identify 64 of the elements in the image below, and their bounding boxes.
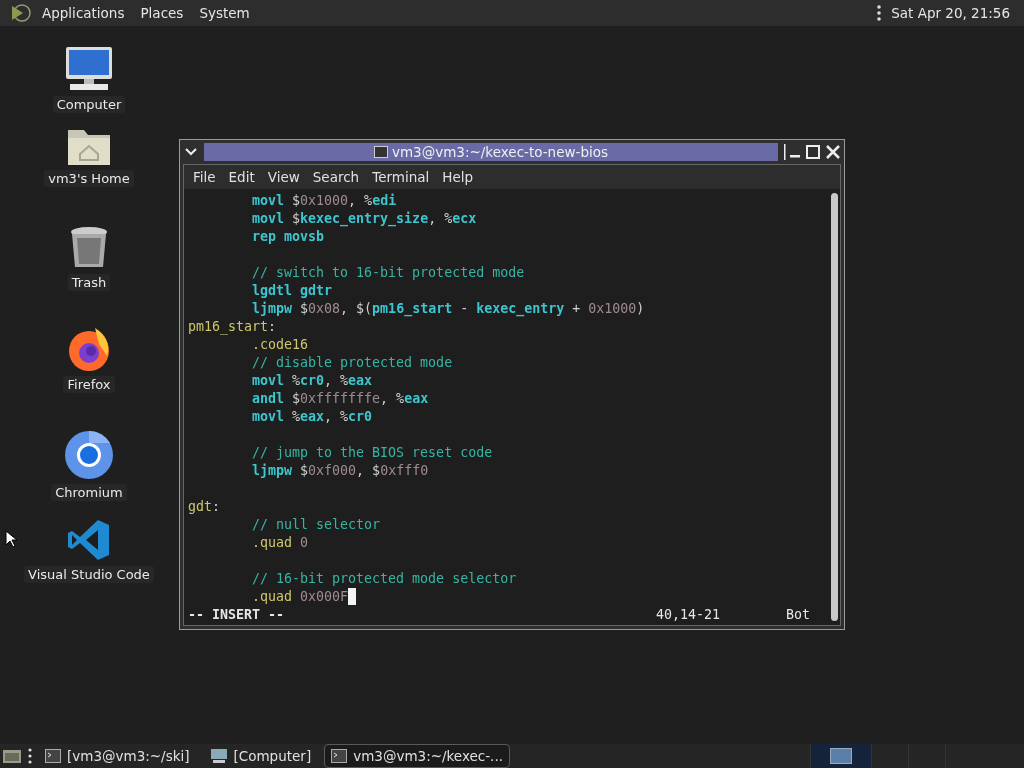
scroll-position: Bot	[786, 606, 812, 624]
code-line: // jump to the BIOS reset code	[252, 445, 493, 460]
code-line: movl %cr0, %eax	[252, 373, 373, 388]
clock[interactable]: Sat Apr 20, 21:56	[885, 5, 1016, 21]
close-icon[interactable]	[826, 145, 840, 159]
code-line: movl %eax, %cr0	[252, 409, 373, 424]
task-label: [vm3@vm3:~/ski]	[67, 748, 190, 764]
code-line: .quad 0x000F	[252, 589, 349, 604]
terminal-icon	[374, 146, 388, 158]
code-line: // switch to 16-bit protected mode	[252, 265, 525, 280]
desktop-icon-label[interactable]: Chromium	[51, 484, 127, 501]
menu-item[interactable]: Search	[307, 169, 368, 185]
vim-mode: -- INSERT --	[188, 606, 286, 624]
desktop-icon-label[interactable]: vm3's Home	[44, 170, 134, 187]
code-line: movl $0x1000, %edi	[252, 193, 397, 208]
mouse-pointer-icon	[5, 530, 17, 548]
code-line: .code16	[252, 337, 309, 352]
terminal-icon	[45, 749, 61, 763]
panel-menu[interactable]: Applications	[36, 5, 131, 21]
menu-item[interactable]: Help	[437, 169, 482, 185]
task-label: vm3@vm3:~/kexec-...	[353, 748, 503, 764]
code-line: // null selector	[252, 517, 381, 532]
code-line: rep movsb	[252, 229, 325, 244]
computer-icon	[209, 748, 228, 764]
terminal-icon	[331, 749, 348, 763]
task-label: [Computer]	[233, 748, 312, 764]
drag-handle-icon[interactable]	[28, 748, 32, 764]
code-line: ljmpw $0x08, $(pm16_start - kexec_entry + 0x1000)	[252, 301, 645, 316]
code-line: lgdtl gdtr	[252, 283, 333, 298]
code-line: // 16-bit protected mode selector	[252, 571, 517, 586]
computer-icon	[64, 46, 114, 92]
menu-item[interactable]: View	[262, 169, 308, 185]
vscode-icon	[67, 518, 111, 562]
code-line: movl $kexec_entry_size, %ecx	[252, 211, 477, 226]
minimize-icon[interactable]	[784, 144, 800, 160]
menu-logo-icon[interactable]	[10, 3, 32, 23]
more-options-icon[interactable]	[877, 5, 882, 21]
panel-menu[interactable]: System	[193, 5, 256, 21]
workspace[interactable]	[810, 744, 871, 768]
desktop-icon-label[interactable]: Firefox	[63, 376, 115, 393]
chromium-icon	[64, 430, 114, 480]
taskbar-button[interactable]: [vm3@vm3:~/ski]	[38, 744, 197, 768]
text-cursor	[348, 588, 357, 605]
cursor-position: 40,14-21	[656, 606, 722, 624]
code-line: .quad 0	[252, 535, 309, 550]
desktop-icon-label[interactable]: Visual Studio Code	[24, 566, 154, 583]
taskbar-button[interactable]: [Computer]	[202, 744, 319, 768]
menu-item[interactable]: Terminal	[367, 169, 438, 185]
show-desktop-icon[interactable]	[2, 748, 22, 764]
desktop-icon-label[interactable]: Trash	[67, 274, 111, 291]
maximize-icon[interactable]	[806, 145, 820, 159]
trash-icon	[69, 226, 109, 270]
desktop-icon-label[interactable]: Computer	[52, 96, 126, 113]
taskbar-button[interactable]: vm3@vm3:~/kexec-...	[324, 744, 510, 768]
label-line: gdt:	[188, 499, 221, 514]
code-line: ljmpw $0xf000, $0xfff0	[252, 463, 429, 478]
chevron-down-icon[interactable]	[184, 147, 198, 157]
panel-menu[interactable]: Places	[134, 5, 190, 21]
label-line: pm16_start:	[188, 319, 277, 334]
menu-item[interactable]: File	[188, 169, 224, 185]
code-line: // disable protected mode	[252, 355, 453, 370]
menu-item[interactable]: Edit	[223, 169, 263, 185]
code-line: andl $0xfffffffe, %eax	[252, 391, 429, 406]
window-title: vm3@vm3:~/kexec-to-new-bios	[392, 144, 608, 160]
